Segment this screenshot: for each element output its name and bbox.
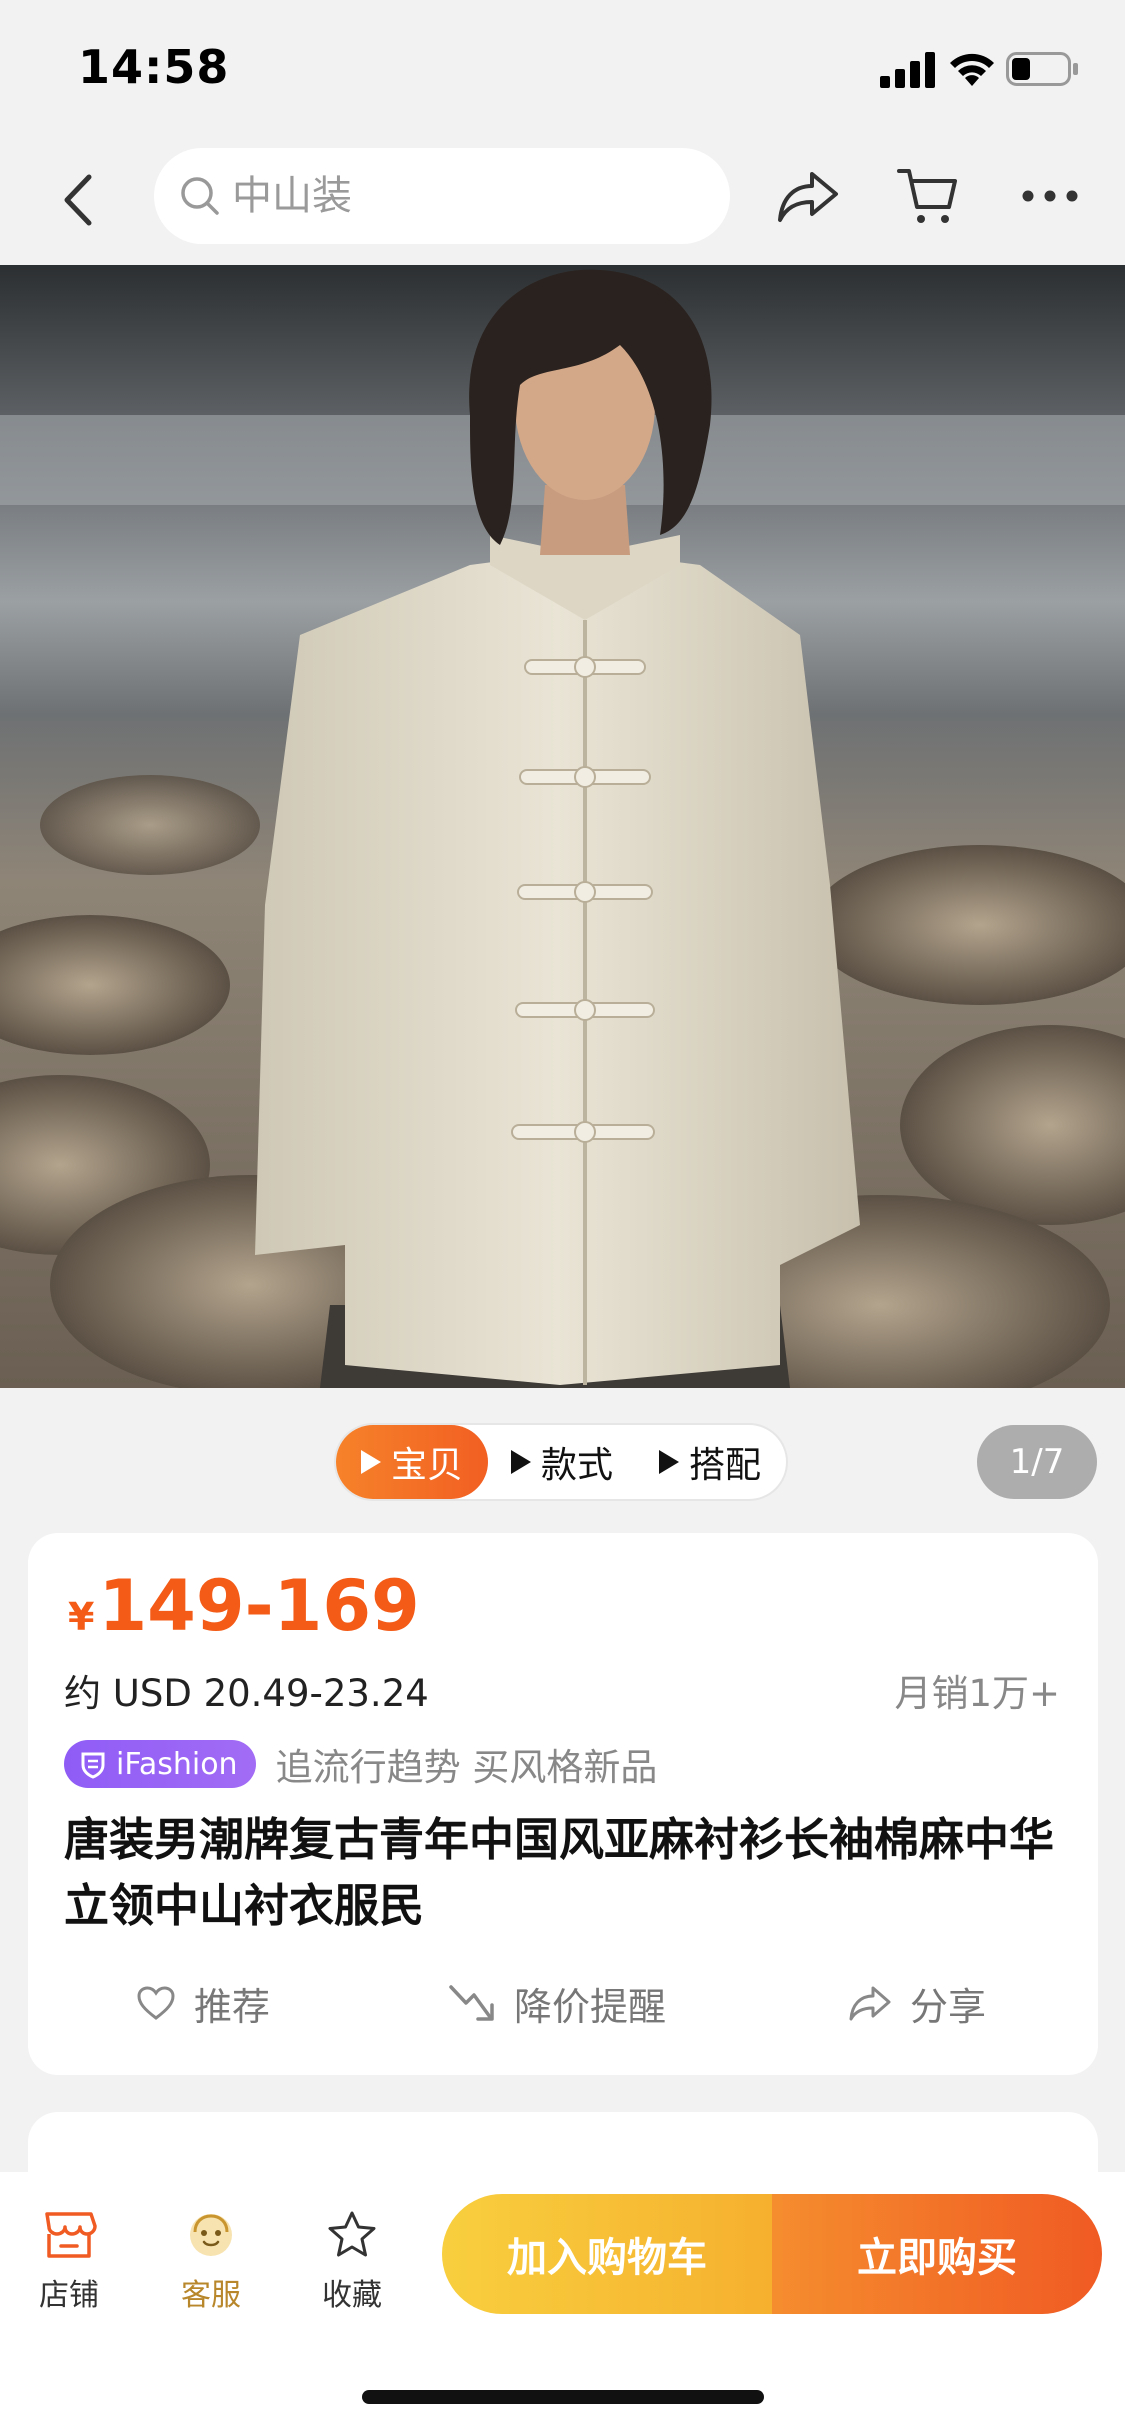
recommend-button[interactable]: 推荐: [136, 1973, 270, 2033]
play-icon: [510, 1450, 531, 1474]
favorite-label: 收藏: [322, 2278, 382, 2313]
product-photo: [0, 265, 1125, 1388]
favorite-button[interactable]: 收藏: [297, 2210, 407, 2314]
more-icon: [1022, 190, 1078, 202]
monthly-sales: 月销1万+: [894, 1672, 1060, 1715]
search-bar[interactable]: [154, 148, 730, 244]
price-range: 149-169: [98, 1565, 420, 1647]
heart-icon: [137, 1986, 175, 2020]
product-info-card: ¥149-169 约 USD 20.49-23.24 月销1万+ iFashio…: [28, 1533, 1098, 2075]
add-to-cart-button[interactable]: 加入购物车: [442, 2194, 772, 2314]
gallery-tabs: 宝贝 款式 搭配: [336, 1425, 786, 1499]
share-label: 分享: [910, 1984, 987, 2029]
wifi-icon: [950, 53, 994, 86]
tab-product-label: 宝贝: [390, 1445, 463, 1486]
home-indicator: [362, 2390, 764, 2404]
status-bar: 14:58: [0, 0, 1125, 140]
currency-symbol: ¥: [68, 1595, 95, 1639]
store-label: 店铺: [39, 2278, 99, 2313]
play-icon: [658, 1450, 679, 1474]
back-icon: [64, 174, 92, 226]
tab-style[interactable]: 款式: [488, 1425, 636, 1499]
tab-outfit-label: 搭配: [688, 1445, 761, 1486]
product-detail-page: 14:58 中山装 宝贝 款式 搭配 1/7 ¥149-169 约 USD 20…: [0, 0, 1125, 2436]
search-input[interactable]: [232, 173, 692, 219]
product-main-image[interactable]: [0, 265, 1125, 1388]
tab-outfit[interactable]: 搭配: [636, 1425, 784, 1499]
buy-now-button[interactable]: 立即购买: [772, 2194, 1102, 2314]
price-alert-button[interactable]: 降价提醒: [448, 1973, 666, 2033]
share-icon: [849, 1986, 891, 2021]
price-alert-label: 降价提醒: [514, 1984, 667, 2029]
cart-button[interactable]: [892, 160, 964, 232]
cart-icon: [897, 169, 957, 223]
top-nav-bar: [0, 140, 1125, 265]
product-actions: 推荐 降价提醒 分享: [28, 1973, 1098, 2033]
recommend-label: 推荐: [194, 1984, 271, 2029]
brand-badge[interactable]: iFashion: [64, 1740, 256, 1788]
star-icon: [328, 2211, 376, 2257]
customer-service-button[interactable]: 客服: [156, 2210, 266, 2314]
brand-logo-icon: [81, 1752, 105, 1779]
usd-price: 约 USD 20.49-23.24: [64, 1672, 429, 1715]
play-icon: [360, 1450, 381, 1474]
tab-style-label: 款式: [540, 1445, 613, 1486]
status-time: 14:58: [78, 40, 230, 94]
brand-row: iFashion 追流行趋势 买风格新品: [64, 1739, 657, 1789]
store-button[interactable]: 店铺: [14, 2210, 124, 2314]
more-button[interactable]: [1014, 160, 1086, 232]
image-counter: 1/7: [977, 1425, 1097, 1499]
tab-product[interactable]: 宝贝: [336, 1425, 488, 1499]
battery-icon: [1006, 52, 1078, 86]
share-product-button[interactable]: 分享: [848, 1973, 986, 2033]
customer-service-icon: [190, 2214, 232, 2256]
cellular-signal-icon: [880, 52, 936, 88]
search-icon: [181, 177, 219, 215]
share-icon: [778, 172, 838, 222]
brand-name: iFashion: [116, 1746, 238, 1782]
price-drop-icon: [449, 1985, 494, 2021]
price: ¥149-169: [68, 1565, 420, 1647]
brand-slogan: 追流行趋势 买风格新品: [275, 1746, 658, 1789]
product-title: 唐装男潮牌复古青年中国风亚麻衬衫长袖棉麻中华立领中山衬衣服民: [64, 1813, 1055, 1932]
customer-service-label: 客服: [181, 2278, 241, 2313]
share-button[interactable]: [772, 160, 844, 232]
store-icon: [45, 2212, 97, 2258]
back-button[interactable]: [48, 165, 108, 235]
